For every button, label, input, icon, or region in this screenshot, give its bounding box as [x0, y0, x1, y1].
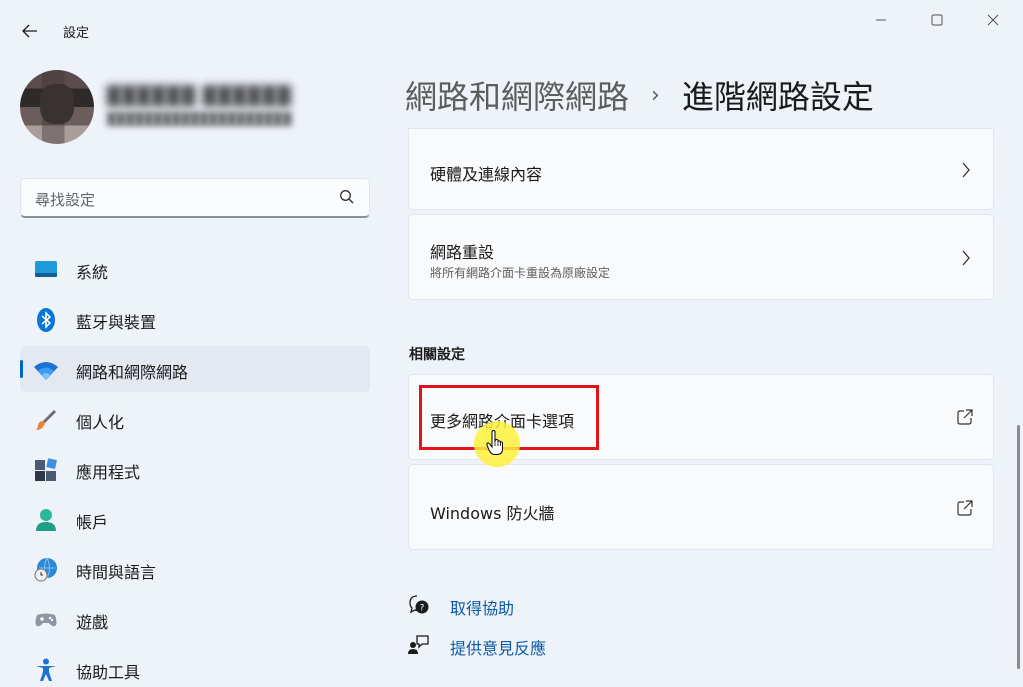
sidebar-item-accounts[interactable]: 帳戶	[20, 496, 370, 542]
sidebar-item-label: 個人化	[76, 413, 125, 432]
minimize-button[interactable]	[858, 6, 904, 34]
minimize-icon	[876, 19, 886, 21]
feedback-icon	[408, 635, 429, 654]
section-title-related-settings: 相關設定	[409, 347, 465, 363]
card-title: 硬體及連線內容	[430, 165, 543, 184]
windows-firewall-card[interactable]: Windows 防火牆	[408, 464, 994, 550]
breadcrumb: 網路和網際網路 › 進階網路設定	[405, 72, 874, 118]
give-feedback-link[interactable]: 提供意見反應	[408, 634, 546, 658]
card-subtitle: 將所有網路介面卡重設為原廠設定	[430, 266, 611, 280]
sidebar-item-label: 帳戶	[76, 513, 109, 532]
search-icon	[340, 190, 354, 204]
sidebar-item-gaming[interactable]: 遊戲	[20, 596, 370, 642]
hand-cursor-icon	[486, 430, 503, 455]
help-icon: ?	[409, 595, 429, 614]
card-title: Windows 防火牆	[430, 504, 555, 523]
avatar[interactable]	[20, 70, 94, 144]
scrollbar-thumb[interactable]	[1017, 425, 1020, 669]
back-button[interactable]	[14, 16, 46, 46]
sidebar-item-label: 系統	[76, 263, 109, 282]
chevron-right-icon	[962, 162, 970, 178]
maximize-icon	[931, 14, 943, 26]
monitor-icon	[35, 261, 57, 277]
sidebar-item-bluetooth[interactable]: 藍牙與裝置	[20, 296, 370, 342]
profile-name: ██████ ██████	[107, 86, 292, 107]
app-title: 設定	[63, 26, 90, 41]
get-help-label[interactable]: 取得協助	[450, 595, 514, 619]
sidebar-item-personalization[interactable]: 個人化	[20, 396, 370, 442]
back-arrow-icon	[22, 24, 37, 38]
maximize-button[interactable]	[914, 6, 960, 34]
hardware-properties-card[interactable]: 硬體及連線內容	[408, 128, 994, 210]
page-title: 進階網路設定	[681, 78, 874, 116]
sidebar-item-label: 協助工具	[76, 663, 141, 682]
get-help-link[interactable]: ? 取得協助	[408, 594, 514, 618]
breadcrumb-separator: ›	[651, 82, 660, 108]
external-link-icon	[957, 500, 973, 516]
svg-text:?: ?	[420, 604, 425, 614]
breadcrumb-parent[interactable]: 網路和網際網路	[405, 72, 629, 118]
title-bar: 設定	[0, 0, 1023, 62]
sidebar-nav: 系統 藍牙與裝置 網路和網際網路 個人化 應用程式 帳戶 時間與語言 遊戲 協助…	[20, 246, 370, 687]
sidebar-item-system[interactable]: 系統	[20, 246, 370, 292]
bluetooth-icon	[37, 308, 55, 332]
chevron-right-icon	[962, 250, 970, 266]
brush-icon	[36, 410, 56, 430]
give-feedback-label[interactable]: 提供意見反應	[450, 635, 546, 659]
person-icon	[36, 509, 56, 531]
sidebar-item-label: 藍牙與裝置	[76, 313, 157, 332]
accessibility-icon	[36, 658, 56, 681]
sidebar-item-time-language[interactable]: 時間與語言	[20, 546, 370, 592]
sidebar-item-label: 遊戲	[76, 613, 109, 632]
network-reset-card[interactable]: 網路重設 將所有網路介面卡重設為原廠設定	[408, 214, 994, 300]
card-title: 網路重設	[430, 243, 495, 262]
close-icon	[987, 14, 999, 26]
search-input[interactable]: 尋找設定	[20, 178, 370, 218]
sidebar-item-label: 網路和網際網路	[76, 363, 189, 382]
close-button[interactable]	[970, 6, 1016, 34]
sidebar-item-label: 時間與語言	[76, 563, 157, 582]
search-placeholder: 尋找設定	[35, 191, 96, 209]
globe-clock-icon	[34, 558, 57, 582]
external-link-icon	[957, 409, 973, 425]
sidebar-item-label: 應用程式	[76, 463, 141, 482]
sidebar-item-network[interactable]: 網路和網際網路	[20, 346, 370, 392]
sidebar-item-apps[interactable]: 應用程式	[20, 446, 370, 492]
wifi-icon	[34, 362, 58, 380]
gamepad-icon	[35, 613, 57, 627]
profile-email: ████████████████████	[107, 112, 292, 126]
apps-icon	[35, 458, 57, 481]
sidebar-item-accessibility[interactable]: 協助工具	[20, 646, 370, 687]
